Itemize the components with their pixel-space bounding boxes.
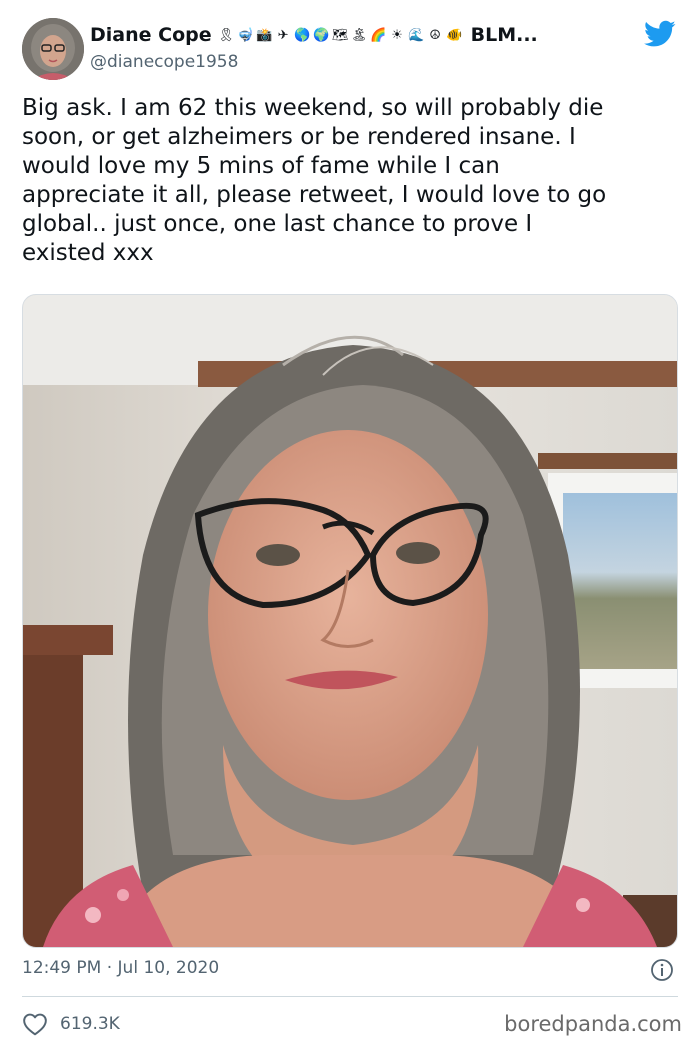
world-map-icon: 🗺 <box>331 27 349 43</box>
likes-row: 619.3K <box>22 1012 120 1036</box>
info-icon[interactable] <box>650 958 674 982</box>
user-handle[interactable]: @dianecope1958 <box>90 52 238 72</box>
divider <box>22 996 678 997</box>
tweet-text: Big ask. I am 62 this weekend, so will p… <box>22 95 607 266</box>
tropical-fish-icon: 🐠 <box>446 27 463 43</box>
tweet-meta-row: 12:49 PM · Jul 10, 2020 <box>22 958 678 984</box>
wave-icon: 🌊 <box>408 27 425 43</box>
airplane-icon: ✈ <box>277 27 289 43</box>
snorkel-mask-icon: 🤿 <box>237 27 254 43</box>
tweet-timestamp[interactable]: 12:49 PM · Jul 10, 2020 <box>22 958 219 978</box>
twitter-bird-icon[interactable] <box>644 20 676 48</box>
camera-icon: 📸 <box>256 27 273 43</box>
name-suffix: BLM... <box>470 24 538 46</box>
name-emoji-strip: 🎗 🤿 📸 ✈ 🌎 🌍 🗺 🏝 🌈 ☀ 🌊 ☮ 🐠 <box>218 27 463 44</box>
name-row: Diane Cope 🎗 🤿 📸 ✈ 🌎 🌍 🗺 🏝 🌈 ☀ 🌊 ☮ 🐠 BLM... <box>90 24 538 46</box>
avatar[interactable] <box>22 18 84 80</box>
globe-europe-africa-icon: 🌍 <box>313 27 330 43</box>
globe-americas-icon: 🌎 <box>294 27 311 43</box>
rainbow-icon: 🌈 <box>370 27 387 43</box>
watermark: boredpanda.com <box>504 1012 682 1036</box>
like-count: 619.3K <box>60 1014 120 1034</box>
heart-icon[interactable] <box>22 1012 48 1036</box>
display-name[interactable]: Diane Cope <box>90 24 212 46</box>
tweet-header: Diane Cope 🎗 🤿 📸 ✈ 🌎 🌍 🗺 🏝 🌈 ☀ 🌊 ☮ 🐠 BLM... @dianeco… <box>22 18 678 82</box>
ribbon-icon: 🎗 <box>217 27 235 43</box>
tweet-photo[interactable] <box>22 294 678 948</box>
desert-island-icon: 🏝 <box>350 27 368 43</box>
peace-symbol-icon: ☮ <box>429 27 441 43</box>
sun-icon: ☀ <box>391 27 403 43</box>
